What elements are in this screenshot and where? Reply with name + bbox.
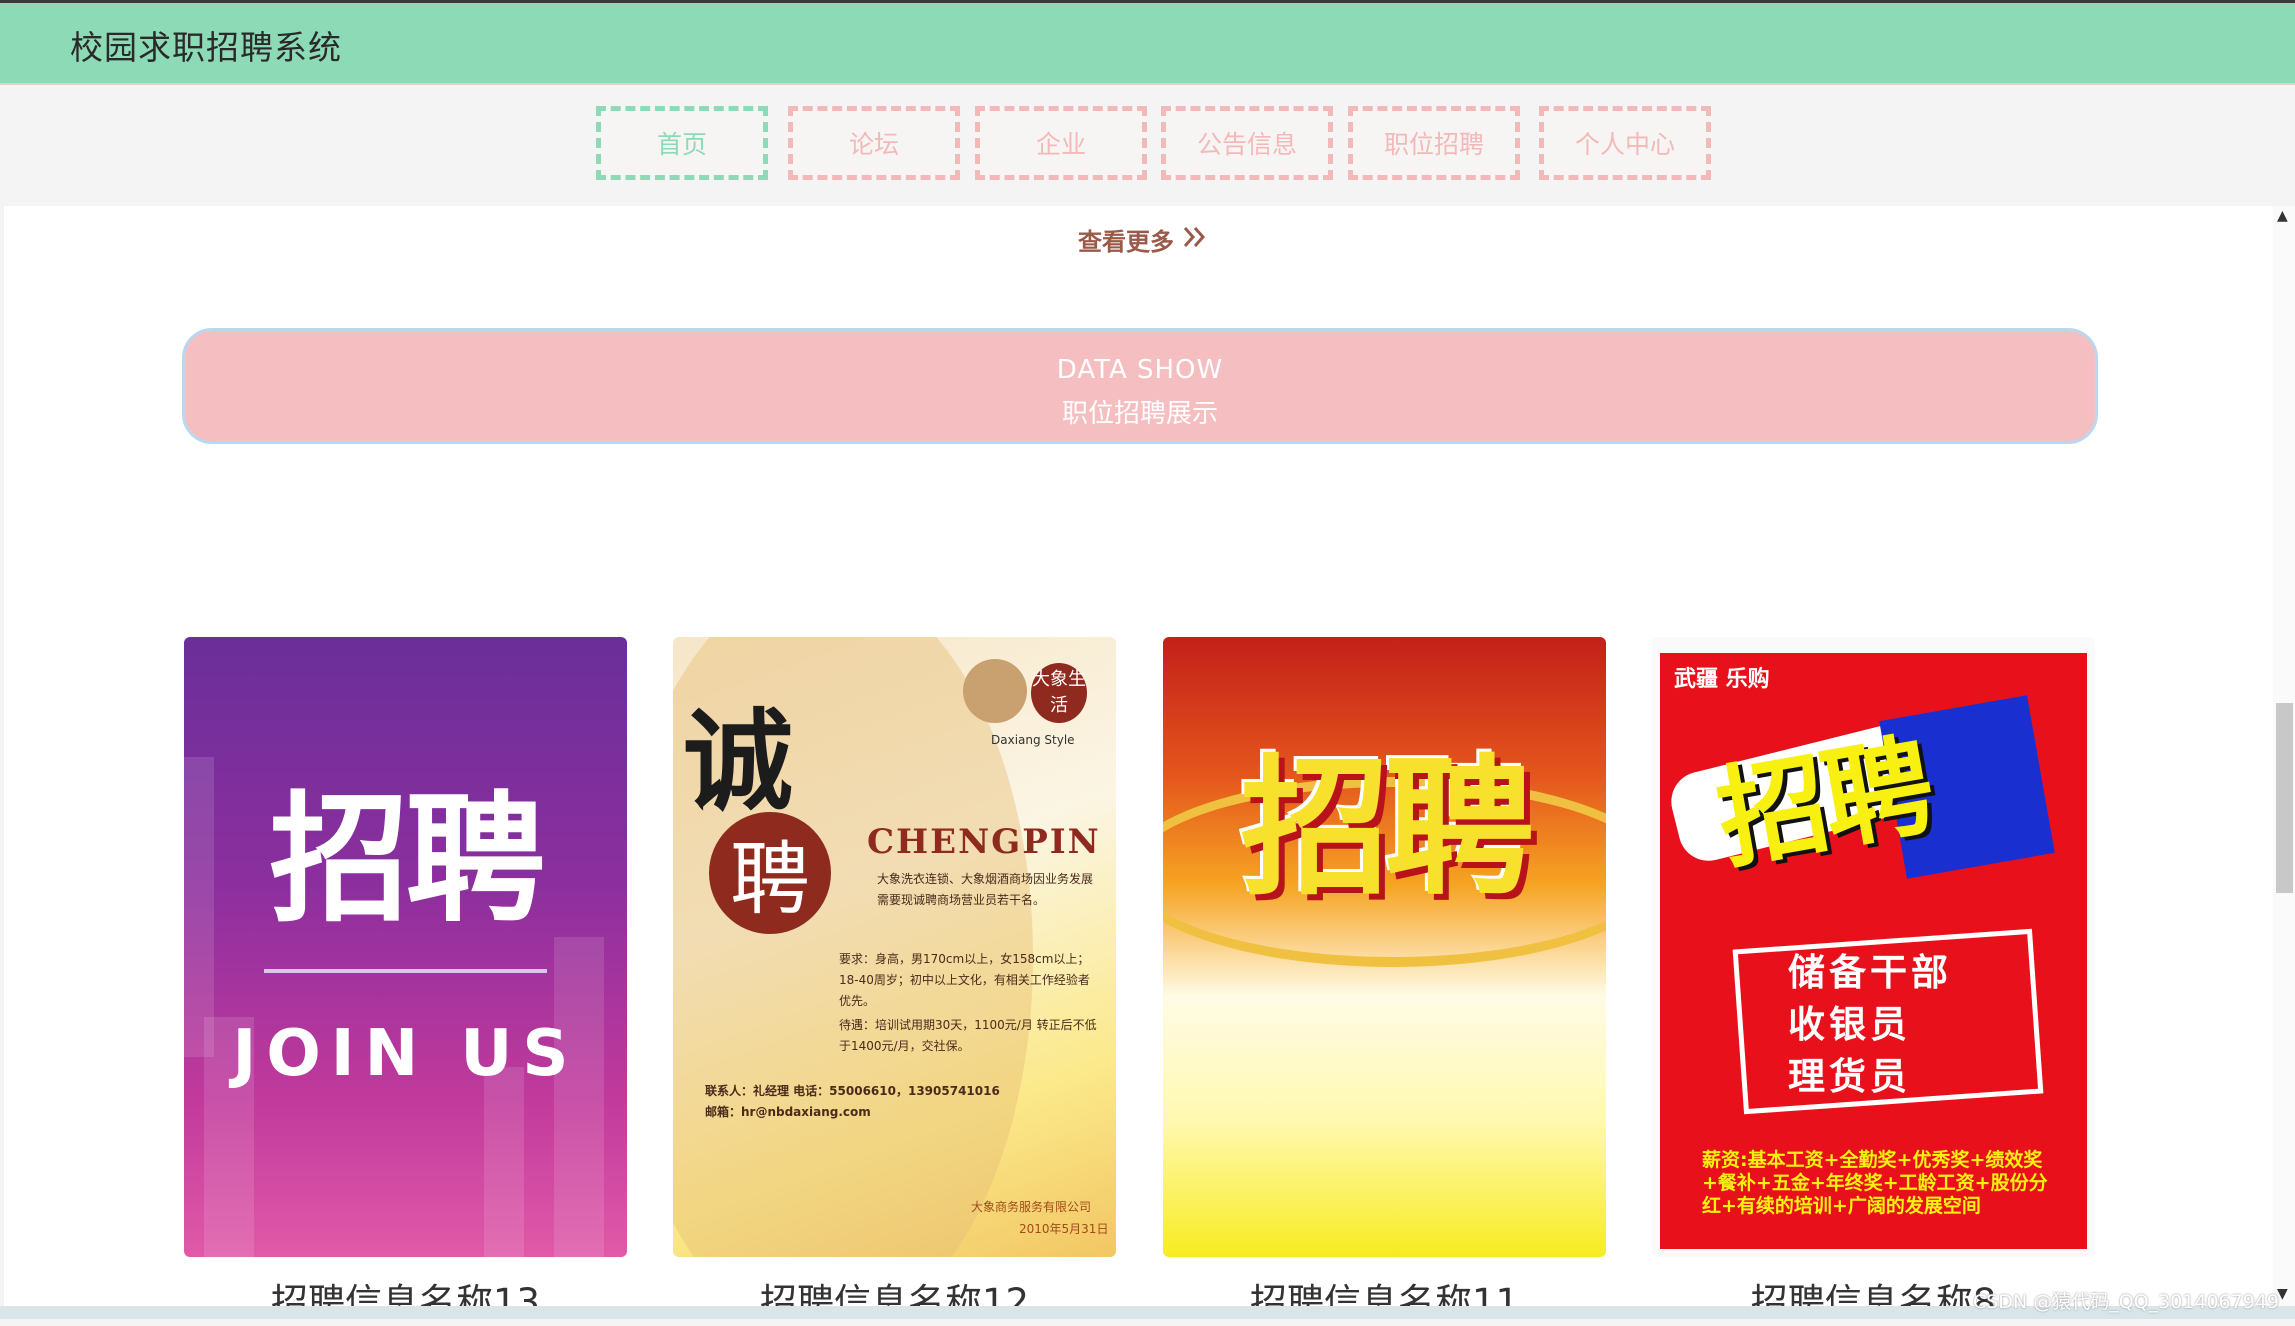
poster-role: 理货员 bbox=[1788, 1055, 1911, 1098]
poster-headline: 招聘 bbox=[1240, 740, 1534, 916]
job-card-poster-2[interactable]: 诚 聘 大象生活 Daxiang Style CHENGPIN 大象洗衣连锁、大… bbox=[673, 637, 1116, 1257]
job-card-poster-3[interactable]: 招聘 bbox=[1163, 637, 1606, 1257]
banner-title-cn: 职位招聘展示 bbox=[1061, 399, 1218, 429]
poster-headline-a: 诚 bbox=[683, 697, 793, 826]
app-title: 校园求职招聘系统 bbox=[70, 28, 342, 67]
poster-body-2: 要求：身高，男170cm以上，女158cm以上；18-40周岁；初中以上文化，有… bbox=[839, 952, 1090, 1008]
nav-announcements[interactable]: 公告信息 bbox=[1161, 106, 1333, 180]
poster-brand: 武疆 乐购 bbox=[1674, 667, 1770, 692]
nav-personal-center[interactable]: 个人中心 bbox=[1539, 106, 1711, 180]
poster-decoration bbox=[554, 937, 604, 1257]
poster-role: 储备干部 bbox=[1788, 951, 1952, 994]
poster-title: CHENGPIN bbox=[867, 822, 1101, 862]
nav-home[interactable]: 首页 bbox=[596, 106, 768, 180]
poster-pay: 薪资:基本工资+全勤奖+优秀奖+绩效奖+餐补+五金+年终奖+工龄工资+股份分红+… bbox=[1702, 1149, 2048, 1217]
poster-headline-b: 聘 bbox=[709, 812, 831, 934]
poster-date: 2010年5月31日 bbox=[1019, 1222, 1109, 1236]
poster-headline: 招聘 bbox=[269, 778, 545, 942]
bottom-strip bbox=[0, 1306, 2295, 1319]
job-card-poster-1[interactable]: 招聘 JOIN US bbox=[184, 637, 627, 1257]
job-card-poster-4[interactable]: 武疆 乐购 招聘 储备干部 收银员 理货员 薪资:基本工资+全勤奖+优秀奖+绩效… bbox=[1652, 637, 2095, 1257]
banner-title-en: DATA SHOW bbox=[1056, 355, 1224, 385]
nav-forum[interactable]: 论坛 bbox=[788, 106, 960, 180]
elephant-logo-icon bbox=[963, 659, 1027, 723]
poster-company: 大象商务服务有限公司 bbox=[971, 1200, 1092, 1214]
poster-divider bbox=[264, 969, 547, 973]
poster-role: 收银员 bbox=[1788, 1003, 1911, 1046]
top-bar: 校园求职招聘系统 bbox=[0, 0, 2295, 85]
poster-decoration bbox=[484, 1067, 524, 1257]
nav-enterprise[interactable]: 企业 bbox=[975, 106, 1147, 180]
nav-job-recruitment[interactable]: 职位招聘 bbox=[1348, 106, 1520, 180]
data-show-banner: DATA SHOW 职位招聘展示 bbox=[182, 328, 2098, 444]
poster-body-1: 大象洗衣连锁、大象烟酒商场因业务发展需要现诚聘商场营业员若干名。 bbox=[877, 872, 1094, 907]
double-chevron-right-icon bbox=[1182, 225, 1208, 255]
poster-contact: 联系人：礼经理 电话：55006610，13905741016 邮箱：hr@nb… bbox=[705, 1084, 1000, 1119]
vertical-scrollbar[interactable]: ▲ ▼ bbox=[2273, 206, 2295, 1306]
scroll-thumb[interactable] bbox=[2276, 703, 2293, 893]
poster-body-3: 待遇：培训试用期30天，1100元/月 转正后不低于1400元/月，交社保。 bbox=[839, 1018, 1097, 1053]
scroll-up-arrow-icon[interactable]: ▲ bbox=[2277, 208, 2288, 224]
view-more-label: 查看更多 bbox=[1078, 228, 1174, 256]
poster-logo-text: 大象生活 bbox=[1031, 663, 1087, 723]
poster-subtitle: JOIN US bbox=[232, 1017, 579, 1091]
watermark: CSDN @猿代码_QQ_3014067949 bbox=[1972, 1291, 2279, 1313]
view-more-link[interactable]: 查看更多 bbox=[1078, 222, 1208, 257]
poster-logo-sub: Daxiang Style bbox=[991, 733, 1075, 747]
